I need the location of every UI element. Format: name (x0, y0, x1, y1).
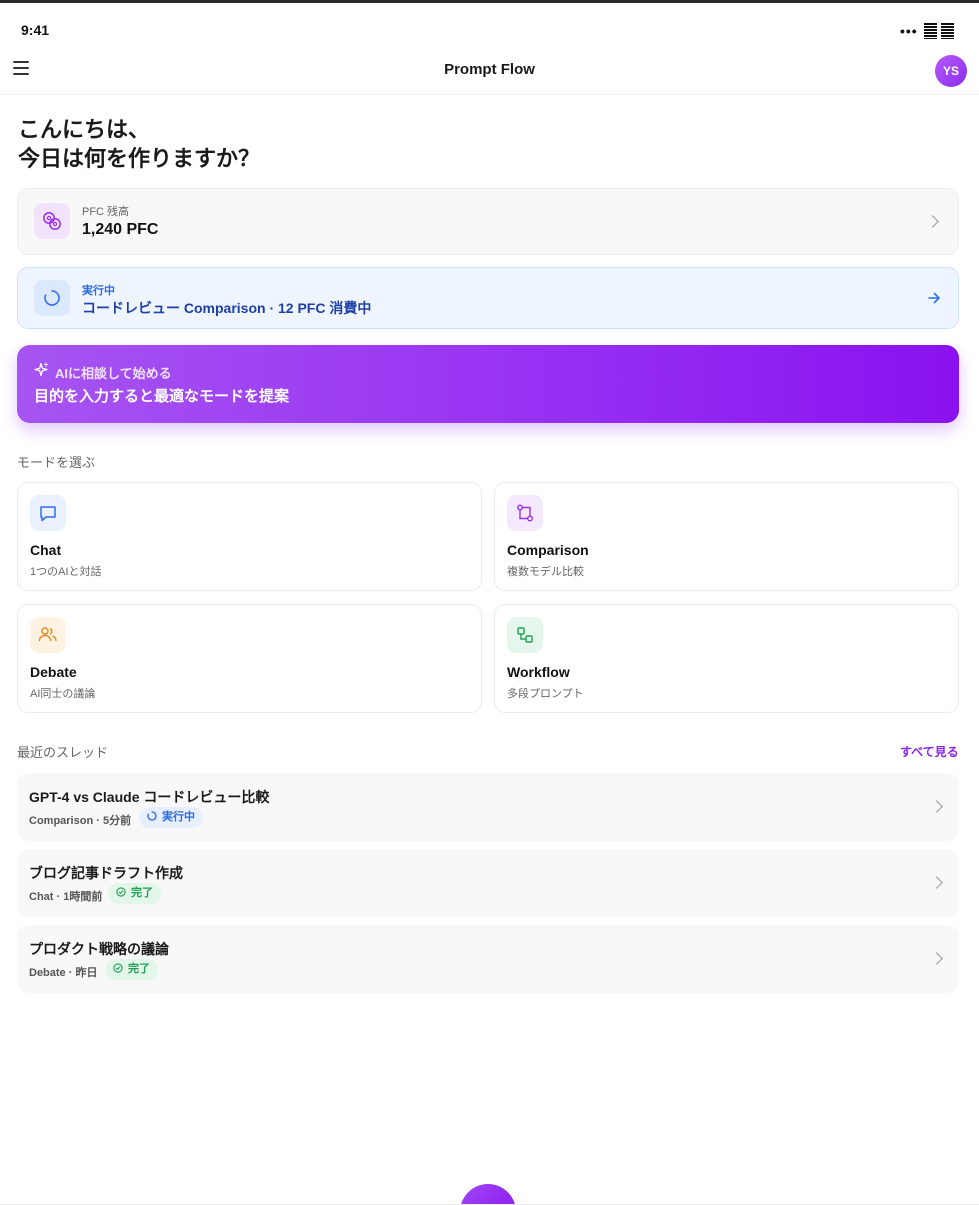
status-bar: 9:41 ••• (0, 3, 979, 43)
greeting-line1: こんにちは、 (18, 117, 151, 142)
greeting: こんにちは、 今日は何を作りますか？ (18, 115, 260, 173)
mode-desc: 1つのAIと対話 (30, 566, 102, 578)
thread-meta: Chat · 1時間前 (29, 891, 103, 903)
status-badge: 完了 (108, 883, 161, 904)
mode-name: Comparison (507, 542, 589, 558)
thread-meta: Debate · 昨日 (29, 967, 98, 979)
status-text: 完了 (131, 887, 153, 899)
mode-name: Debate (30, 664, 77, 680)
mode-desc: AI同士の議論 (30, 688, 96, 700)
cta-label: AIに相談して始める (55, 366, 172, 381)
thread-title: プロダクト戦略の議論 (29, 941, 169, 957)
chat-bubble-icon (30, 495, 66, 531)
cta-text: 目的を入力すると最適なモードを提案 (34, 388, 290, 405)
coins-icon (34, 203, 70, 239)
git-compare-icon (507, 495, 543, 531)
arrow-right-icon (928, 292, 940, 304)
mode-card-debate[interactable]: Debate AI同士の議論 (17, 604, 482, 713)
balance-card[interactable]: PFC 残高 1,240 PFC (17, 188, 959, 255)
mode-name: Workflow (507, 664, 570, 680)
signal-icon (924, 23, 956, 39)
running-text: コードレビュー Comparison · 12 PFC 消費中 (82, 300, 372, 316)
workflow-icon (507, 617, 543, 653)
new-thread-fab[interactable] (460, 1184, 516, 1205)
app-bar: Prompt Flow YS (0, 43, 979, 95)
balance-value: 1,240 PFC (82, 221, 159, 238)
running-job-card[interactable]: 実行中 コードレビュー Comparison · 12 PFC 消費中 (17, 267, 959, 329)
mode-card-comparison[interactable]: Comparison 複数モデル比較 (494, 482, 959, 591)
mode-card-workflow[interactable]: Workflow 多段プロンプト (494, 604, 959, 713)
status-time: 9:41 (21, 22, 50, 38)
check-circle-icon (116, 887, 126, 897)
status-text: 完了 (128, 963, 150, 975)
thread-meta: Comparison · 5分前 (29, 815, 132, 827)
chevron-right-icon (926, 215, 939, 228)
status-badge: 完了 (105, 959, 158, 980)
balance-label: PFC 残高 (82, 206, 130, 218)
status-dots: ••• (900, 23, 918, 39)
thread-row[interactable]: プロダクト戦略の議論 Debate · 昨日 完了 (17, 925, 959, 993)
check-circle-icon (113, 963, 123, 973)
chevron-right-icon (930, 952, 943, 965)
threads-section-title: 最近のスレッド (17, 745, 109, 760)
spinner-icon (34, 280, 70, 316)
thread-title: GPT-4 vs Claude コードレビュー比較 (29, 789, 270, 805)
sparkles-icon (34, 362, 49, 377)
avatar[interactable]: YS (935, 55, 967, 87)
mode-desc: 複数モデル比較 (507, 566, 584, 578)
app-title: Prompt Flow (444, 61, 535, 78)
thread-row[interactable]: ブログ記事ドラフト作成 Chat · 1時間前 完了 (17, 849, 959, 917)
status-badge: 実行中 (139, 807, 203, 828)
mode-card-chat[interactable]: Chat 1つのAIと対話 (17, 482, 482, 591)
chevron-right-icon (930, 876, 943, 889)
thread-title: ブログ記事ドラフト作成 (29, 865, 183, 881)
status-text: 実行中 (162, 811, 195, 823)
spinner-icon (147, 811, 157, 821)
ai-consult-button[interactable]: AIに相談して始める 目的を入力すると最適なモードを提案 (17, 345, 959, 423)
running-label: 実行中 (82, 285, 115, 297)
mode-name: Chat (30, 542, 62, 558)
chevron-right-icon (930, 800, 943, 813)
users-icon (30, 617, 66, 653)
thread-row[interactable]: GPT-4 vs Claude コードレビュー比較 Comparison · 5… (17, 773, 959, 841)
modes-section-title: モードを選ぶ (17, 455, 96, 470)
greeting-line2: 今日は何を作りますか？ (18, 146, 261, 171)
see-all-link[interactable]: すべて見る (900, 743, 959, 760)
mode-desc: 多段プロンプト (507, 688, 584, 700)
